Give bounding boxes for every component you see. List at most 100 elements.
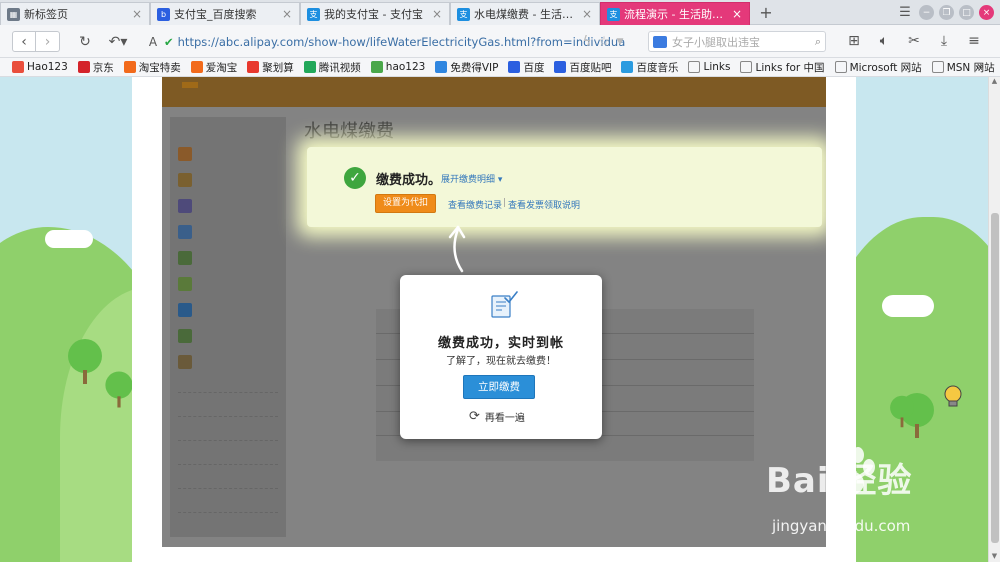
view-records-link[interactable]: 查看缴费记录 [448,198,502,211]
bookmark-label: hao123 [385,61,426,73]
bookmark-hao123[interactable]: Hao123 [12,61,68,73]
scroll-up-icon[interactable]: ▲ [989,77,1000,87]
bookmark-label: 腾讯视频 [318,61,361,74]
baidu-jingyan-watermark: Bai 经验 jingyan.baidu.com [758,453,986,543]
cloud-left [45,230,93,248]
translate-icon[interactable]: A [146,31,160,52]
success-check-icon: ✓ [344,167,366,189]
tab-label: 我的支付宝 - 支付宝 [324,8,423,21]
bookmark-folder-links[interactable]: Links [688,61,730,73]
hao123-icon [12,61,24,73]
bookmark-hao123-2[interactable]: hao123 [370,61,426,73]
star-icon[interactable]: ☆ [597,31,611,52]
scrollbar-thumb[interactable] [991,213,999,543]
secure-shield-icon: ✔ [164,35,174,49]
search-placeholder: 女子小腿取出违宝 [672,35,760,49]
menu-icon[interactable]: ≡ [964,31,984,51]
tab-process-demo[interactable]: 支 流程演示 - 生活助手水电... × [600,2,750,25]
close-icon[interactable]: × [731,7,743,21]
music-icon [621,61,634,73]
modal-title: 缴费成功，实时到帐 [437,336,564,351]
maximize-button[interactable]: □ [959,5,974,20]
link-separator: | [503,198,507,208]
baidu-icon: b [157,7,170,21]
grid-icon: ▦ [7,7,20,21]
bookmark-jd[interactable]: 京东 [77,60,114,75]
invoice-info-link[interactable]: 查看发票领取说明 [508,198,580,211]
replay-link[interactable]: ⟳ 再看一遍 [469,409,525,424]
more-bookmarks-icon[interactable]: » [977,59,984,73]
lightning-icon[interactable]: ϟ [580,31,594,52]
scissors-icon[interactable]: ✂ [904,31,924,51]
chevron-down-icon[interactable]: ▼ [614,31,626,52]
tab-label: 新标签页 [24,8,68,21]
tree-left [68,339,102,384]
bookmark-label: 百度贴吧 [569,61,612,74]
bookmark-juhuasuan[interactable]: 聚划算 [247,60,294,75]
vertical-scrollbar[interactable]: ▲ ▼ [988,77,1000,562]
close-window-button[interactable]: × [979,5,994,20]
jd-icon [77,61,90,73]
close-icon[interactable]: × [131,7,143,21]
expand-details-link[interactable]: 展开缴费明细 ▾ [441,172,502,185]
tab-utility-payment[interactable]: 支 水电煤缴费 - 生活助手 × [450,2,600,25]
hao123-icon [370,61,383,73]
tab-label: 流程演示 - 生活助手水电... [624,8,731,21]
tree-left-small [105,371,133,408]
set-auto-debit-button[interactable]: 设置为代扣 [375,194,436,213]
bookmark-tencent-video[interactable]: 腾讯视频 [303,60,361,75]
bookmark-folder-microsoft[interactable]: Microsoft 网站 [834,60,922,75]
bookmark-label: 百度音乐 [636,61,679,74]
close-icon[interactable]: × [431,7,443,21]
folder-icon [834,61,847,73]
watermark-url: jingyan.baidu.com [772,517,911,535]
cloud-right [882,295,934,317]
close-icon[interactable]: × [581,7,593,21]
speaker-icon[interactable]: 🔈︎ [874,31,894,51]
close-icon[interactable]: × [281,7,293,21]
minimize-button[interactable]: − [919,5,934,20]
bookmark-taobao-sale[interactable]: 淘宝特卖 [123,60,181,75]
bookmark-ai-taobao[interactable]: 爱淘宝 [190,60,238,75]
new-tab-button[interactable]: + [754,3,778,23]
expand-details-label: 展开缴费明细 [441,175,496,185]
bookmark-label: 淘宝特卖 [138,61,181,74]
tab-my-alipay[interactable]: 支 我的支付宝 - 支付宝 × [300,2,450,25]
search-box[interactable]: 女子小腿取出违宝 ⌕ [648,31,826,52]
alipay-sidebar [170,117,286,537]
scroll-down-icon[interactable]: ▼ [989,552,1000,562]
undo-icon[interactable]: ↶▾ [104,31,132,52]
search-icon[interactable]: ⌕ [815,35,821,49]
bookmark-folder-links-china[interactable]: Links for 中国 [740,60,825,75]
payment-success-panel: ✓ 缴费成功。 展开缴费明细 ▾ 设置为代扣 查看缴费记录 | 查看发票领取说明 [307,147,822,227]
bookmark-label: Hao123 [27,61,68,73]
bookmark-baidu[interactable]: 百度 [508,60,544,75]
bookmark-label: 百度 [523,61,545,74]
bookmark-label: 爱淘宝 [205,61,238,74]
page-title: 水电煤缴费 [304,121,394,142]
lightbulb-icon[interactable] [943,385,963,409]
success-title: 缴费成功。 [376,173,442,188]
bookmark-baidu-music[interactable]: 百度音乐 [621,60,678,75]
download-icon[interactable]: ⤓ [934,31,954,51]
bookmark-free-vip[interactable]: 免费得VIP [435,60,498,75]
forward-button[interactable]: › [36,31,60,52]
tab-baidu-search[interactable]: b 支付宝_百度搜索 × [150,2,300,25]
extensions-icon[interactable]: ⊞ [844,31,864,51]
bookmark-label: Microsoft 网站 [849,61,922,74]
baidu-icon [554,61,567,73]
watermark-brand: Bai 经验 [766,461,913,501]
back-button[interactable]: ‹ [12,31,36,52]
tab-new-tab[interactable]: ▦ 新标签页 × [0,2,150,25]
bookmark-baidu-tieba[interactable]: 百度贴吧 [554,60,611,75]
bookmark-label: 免费得VIP [450,61,499,74]
restore-button[interactable]: ❐ [939,5,954,20]
refresh-icon[interactable]: ↻ [74,31,96,52]
baidu-icon [508,61,521,73]
success-modal: 缴费成功，实时到帐 了解了，现在就去缴费！ 立即缴费 ⟳ 再看一遍 [400,275,602,439]
toolbar-icons: ⊞ 🔈︎ ✂ ⤓ ≡ [844,31,984,51]
pay-now-button[interactable]: 立即缴费 [463,375,535,399]
address-bar[interactable]: ✔ https://abc.alipay.com/show-how/lifeWa… [164,32,652,52]
bookmark-folder-msn[interactable]: MSN 网站 [931,60,995,75]
menu-icon[interactable]: ☰ [896,5,914,20]
